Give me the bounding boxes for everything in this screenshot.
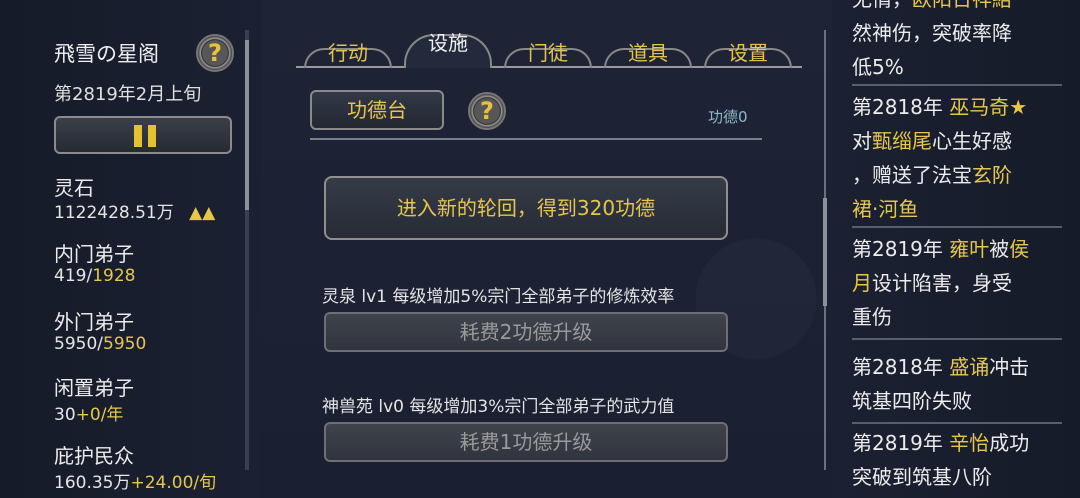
log-entry: 第2819年 雍叶被侯 月设计陷害，身受 重伤 (852, 232, 1062, 334)
upgrade-spring-button[interactable]: 耗费2功德升级 (324, 312, 728, 352)
log-text: 筑基四阶失败 (852, 389, 972, 413)
log-name: 巫马奇★ (949, 95, 1028, 119)
scrollbar-thumb[interactable] (823, 198, 827, 306)
upgrade-desc-beast: 神兽苑 lv0 每级增加3%宗门全部弟子的武力值 (322, 397, 675, 417)
log-text: 然神伤，突破率降 (852, 21, 1012, 45)
scrollbar-thumb[interactable] (245, 40, 249, 210)
log-divider (852, 226, 1062, 228)
stat-value-inner: 419/1928 (54, 266, 135, 286)
stat-value-text: 419/ (54, 266, 93, 286)
pause-icon (134, 125, 142, 147)
log-entry: 第2818年 巫马奇★ 对甄缁尾心生好感 ，赠送了法宝玄阶 裙·河鱼 (852, 90, 1062, 226)
stat-label-people: 庇护民众 (54, 444, 134, 468)
upgrade-beast-button[interactable]: 耗费1功德升级 (324, 422, 728, 462)
sect-name: 飛雪の星阁 (54, 42, 159, 66)
log-divider (852, 84, 1062, 86)
tab-bar: 行动 设施 门徒 道具 设置 (296, 8, 802, 78)
log-text: ，赠送了法宝 (852, 163, 972, 187)
help-icon[interactable]: ? (196, 34, 234, 72)
log-name: 雍叶 (949, 237, 990, 261)
log-text: 成功 (989, 431, 1030, 455)
log-text: 冲击 (989, 355, 1030, 379)
merit-count: 功德0 (708, 108, 748, 126)
log-text: 第2819年 (852, 431, 950, 455)
stat-capacity: 1928 (92, 266, 136, 286)
tab-facility[interactable]: 设施 (404, 28, 492, 58)
sidebar-scrollbar[interactable] (245, 30, 249, 470)
log-divider (852, 422, 1062, 424)
tab-action[interactable]: 行动 (304, 38, 392, 68)
log-text: 重伤 (852, 305, 892, 329)
stat-value-lingshi: 1122428.51万 ▲▲ (54, 198, 215, 223)
stat-label-inner: 内门弟子 (54, 242, 134, 266)
log-name: 玄阶 (972, 163, 1012, 187)
facility-title-button[interactable]: 功德台 (310, 90, 444, 130)
pause-button[interactable] (54, 116, 232, 154)
reincarnate-button[interactable]: 进入新的轮回，得到320功德 (324, 176, 728, 240)
log-name: 辛怡 (949, 431, 990, 455)
divider (310, 138, 762, 140)
stat-value-idle: 30+0/年 (54, 400, 123, 425)
tab-disciples[interactable]: 门徒 (504, 38, 592, 68)
log-scrollbar[interactable] (823, 30, 827, 470)
log-text: 第2818年 (852, 355, 950, 379)
pause-icon-bar (148, 125, 156, 147)
stat-rate: +24.00/旬 (130, 473, 217, 493)
log-name: 欧阳日祥結 (912, 0, 1012, 11)
stat-value-text: 30 (54, 405, 76, 425)
stat-label-lingshi: 灵石 (54, 176, 94, 200)
log-name: 甄缁尾 (872, 129, 932, 153)
stat-rate: +0/年 (75, 405, 124, 425)
event-log[interactable]: 无情，欧阳日祥結 然神伤，突破率降 低5% 第2818年 巫马奇★ 对甄缁尾心生… (823, 0, 1080, 498)
log-text: 设计陷害，身受 (872, 271, 1012, 295)
log-name: 月 (852, 271, 872, 295)
log-entry: 第2818年 盛诵冲击 筑基四阶失败 (852, 350, 1062, 418)
log-text: 无情， (852, 0, 912, 11)
log-text: 心生好感 (932, 129, 1012, 153)
stat-value-text: 1122428.51万 (54, 203, 174, 223)
log-text: 对 (852, 129, 872, 153)
log-text: 低5% (852, 55, 904, 79)
upgrade-desc-spring: 灵泉 lv1 每级增加5%宗门全部弟子的修炼效率 (322, 287, 675, 307)
stat-value-text: 5950/ (54, 334, 103, 354)
up-arrows-icon: ▲▲ (189, 203, 216, 223)
log-text: 突破到筑基八阶 (852, 465, 992, 489)
log-entry: 无情，欧阳日祥結 然神伤，突破率降 低5% (852, 0, 1062, 84)
help-icon[interactable]: ? (468, 92, 506, 130)
stat-label-idle: 闲置弟子 (54, 376, 134, 400)
log-text: 被 (989, 237, 1010, 261)
log-name: 盛诵 (949, 355, 990, 379)
log-text: 第2819年 (852, 237, 950, 261)
facility-panel: 行动 设施 门徒 道具 设置 功德台 ? 功德0 进入新的轮回，得到320功德 … (262, 0, 832, 498)
sidebar: 飛雪の星阁 ? 第2819年2月上旬 灵石 1122428.51万 ▲▲ 内门弟… (0, 0, 262, 498)
stat-value-text: 160.35万 (54, 473, 131, 493)
stat-label-outer: 外门弟子 (54, 310, 134, 334)
log-entry: 第2819年 辛怡成功 突破到筑基八阶 (852, 426, 1062, 494)
log-text: 第2818年 (852, 95, 950, 119)
game-date: 第2819年2月上旬 (54, 84, 202, 105)
stat-value-outer: 5950/5950 (54, 334, 146, 354)
log-divider (852, 338, 1062, 340)
tab-settings[interactable]: 设置 (704, 38, 792, 68)
stat-value-people: 160.35万+24.00/旬 (54, 468, 216, 493)
log-name: 裙·河鱼 (852, 197, 919, 221)
tab-items[interactable]: 道具 (604, 38, 692, 68)
stat-capacity: 5950 (103, 334, 147, 354)
log-name: 侯 (1009, 237, 1030, 261)
